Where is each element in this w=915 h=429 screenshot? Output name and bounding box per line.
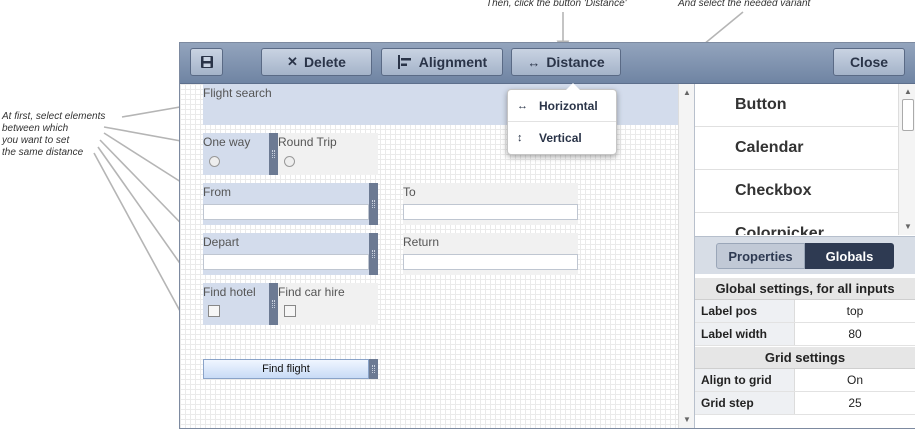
find-car-hire-checkbox-element[interactable]: Find car hire — [278, 283, 378, 325]
one-way-radio[interactable] — [209, 156, 220, 167]
depart-input[interactable] — [203, 254, 369, 270]
annotation-step2: Then, click the button 'Distance' — [486, 0, 627, 9]
annotation-step3: And select the needed variant — [678, 0, 811, 9]
scroll-up-arrow-icon[interactable]: ▲ — [904, 88, 912, 96]
widget-list-item[interactable]: Checkbox — [695, 170, 898, 213]
resize-handle[interactable] — [269, 283, 278, 325]
delete-button[interactable]: ✕ Delete — [261, 48, 372, 76]
delete-button-label: Delete — [303, 54, 346, 70]
save-button[interactable] — [190, 48, 223, 76]
horizontal-distance-icon: ↔ — [517, 100, 528, 112]
find-car-hire-label: Find car hire — [278, 285, 345, 299]
find-hotel-checkbox-element[interactable]: Find hotel — [203, 283, 278, 325]
annotation-line: the same distance — [2, 147, 84, 158]
property-value[interactable]: 25 — [795, 392, 915, 414]
floppy-disk-icon — [200, 56, 213, 68]
return-input[interactable] — [403, 254, 578, 270]
distance-button-label: Distance — [546, 54, 605, 70]
delete-x-icon: ✕ — [287, 54, 298, 69]
depart-label: Depart — [203, 235, 240, 249]
resize-handle[interactable] — [369, 233, 378, 275]
annotation-line: At first, select elements — [2, 111, 106, 122]
distance-vertical-option[interactable]: ↕ Vertical — [508, 123, 616, 153]
one-way-label: One way — [203, 135, 251, 149]
alignment-button[interactable]: Alignment — [381, 48, 503, 76]
panel-tab-bar: Properties Globals — [695, 236, 915, 274]
alignment-button-label: Alignment — [418, 54, 488, 70]
widget-list-scrollbar[interactable]: ▲ ▼ — [898, 84, 915, 235]
one-way-radio-element[interactable]: One way — [203, 133, 278, 175]
find-car-hire-checkbox[interactable] — [284, 305, 296, 317]
distance-button[interactable]: ↔ Distance — [511, 48, 621, 76]
annotation-line: you want to set — [2, 135, 70, 146]
find-flight-label: Find flight — [262, 363, 310, 375]
vertical-option-label: Vertical — [539, 131, 582, 145]
property-row-align-to-grid[interactable]: Align to grid On — [695, 369, 915, 392]
annotation-line: between which — [2, 123, 69, 134]
property-value[interactable]: 80 — [795, 323, 915, 345]
round-trip-radio-element[interactable]: Round Trip — [278, 133, 378, 175]
property-value[interactable]: top — [795, 300, 915, 322]
scroll-up-arrow-icon[interactable]: ▲ — [683, 89, 691, 97]
from-input[interactable] — [203, 204, 369, 220]
vertical-distance-icon: ↕ — [517, 132, 523, 144]
from-input-element[interactable]: From — [203, 183, 378, 225]
distance-dropdown-menu: ↔ Horizontal ↕ Vertical — [507, 83, 617, 155]
property-value[interactable]: On — [795, 369, 915, 391]
tab-properties[interactable]: Properties — [716, 243, 805, 269]
global-settings-header: Global settings, for all inputs — [695, 278, 915, 300]
to-input-element[interactable]: To — [403, 183, 578, 225]
tab-properties-label: Properties — [728, 248, 793, 264]
scroll-thumb[interactable] — [902, 99, 914, 131]
round-trip-radio[interactable] — [284, 156, 295, 167]
widget-list-item[interactable]: Calendar — [695, 127, 898, 170]
property-row-grid-step[interactable]: Grid step 25 — [695, 392, 915, 415]
return-label: Return — [403, 235, 440, 249]
scroll-down-arrow-icon[interactable]: ▼ — [683, 416, 691, 424]
scroll-down-arrow-icon[interactable]: ▼ — [904, 223, 912, 231]
flight-search-label: Flight search — [203, 86, 272, 100]
grid-settings-header: Grid settings — [695, 347, 915, 369]
distance-arrows-icon: ↔ — [527, 54, 541, 70]
align-left-icon — [397, 55, 411, 69]
resize-handle[interactable] — [369, 359, 378, 379]
close-button[interactable]: Close — [833, 48, 905, 76]
return-input-element[interactable]: Return — [403, 233, 578, 275]
horizontal-option-label: Horizontal — [539, 99, 598, 113]
find-flight-button[interactable]: Find flight — [203, 359, 369, 379]
property-row-label-width[interactable]: Label width 80 — [695, 323, 915, 346]
to-input[interactable] — [403, 204, 578, 220]
property-key: Grid step — [695, 392, 795, 414]
annotation-step1: At first, select elements between which … — [2, 111, 105, 159]
property-key: Label width — [695, 323, 795, 345]
depart-input-element[interactable]: Depart — [203, 233, 378, 275]
canvas-scrollbar[interactable]: ▲ ▼ — [678, 84, 694, 428]
property-key: Align to grid — [695, 369, 795, 391]
distance-horizontal-option[interactable]: ↔ Horizontal — [508, 91, 616, 122]
widget-list-item[interactable]: Button — [695, 84, 898, 127]
find-flight-button-element[interactable]: Find flight — [203, 359, 378, 379]
round-trip-label: Round Trip — [278, 135, 337, 149]
tab-globals-label: Globals — [825, 248, 874, 264]
close-button-label: Close — [849, 54, 889, 70]
resize-handle[interactable] — [369, 183, 378, 225]
find-hotel-label: Find hotel — [203, 285, 256, 299]
from-label: From — [203, 185, 231, 199]
find-hotel-checkbox[interactable] — [208, 305, 220, 317]
to-label: To — [403, 185, 416, 199]
property-key: Label pos — [695, 300, 795, 322]
resize-handle[interactable] — [269, 133, 278, 175]
toolbar: ✕ Delete Alignment ↔ Distance Close — [180, 43, 915, 84]
tab-globals[interactable]: Globals — [805, 243, 894, 269]
property-row-label-pos[interactable]: Label pos top — [695, 300, 915, 323]
widget-list-item[interactable]: Colorpicker — [695, 213, 898, 235]
